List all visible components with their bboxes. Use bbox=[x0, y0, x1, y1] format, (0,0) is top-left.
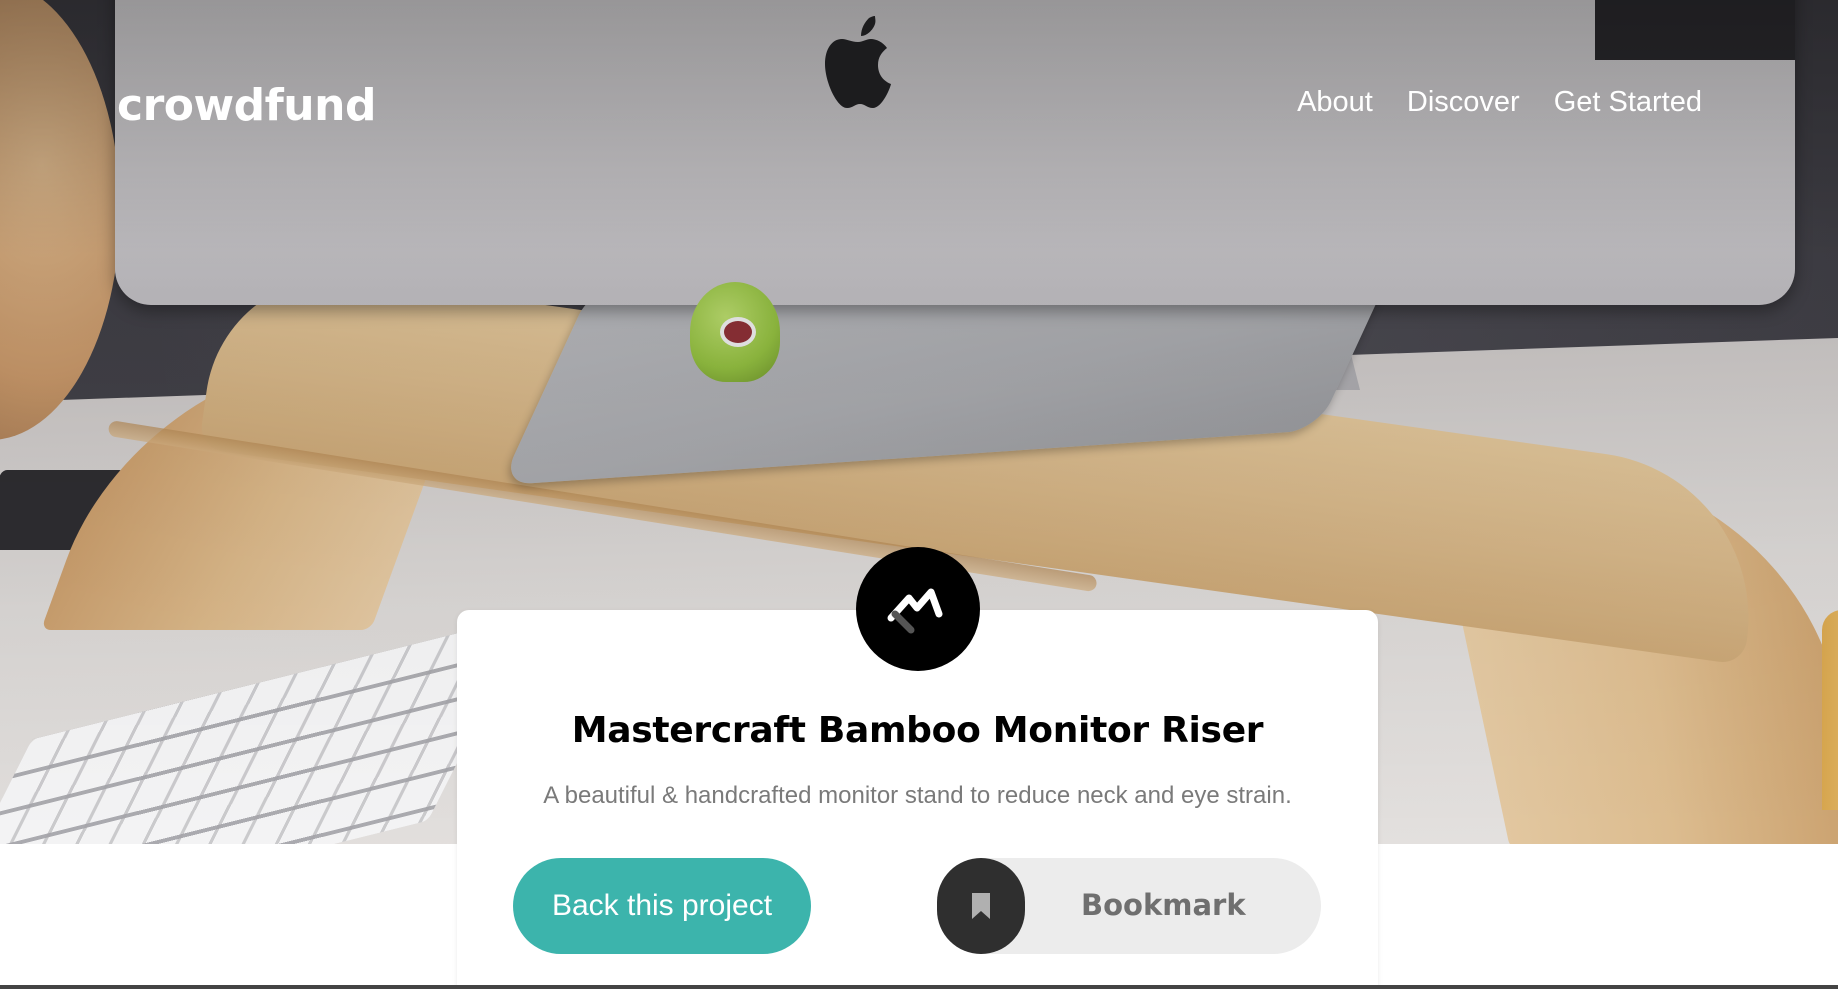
back-project-button[interactable]: Back this project bbox=[513, 858, 811, 954]
project-description: A beautiful & handcrafted monitor stand … bbox=[543, 782, 1292, 809]
bookmark-button[interactable]: Bookmark bbox=[937, 858, 1321, 954]
nav-link-discover[interactable]: Discover bbox=[1407, 86, 1520, 119]
mastercraft-mark-icon bbox=[887, 588, 943, 634]
project-title: Mastercraft Bamboo Monitor Riser bbox=[571, 710, 1264, 751]
bookmark-label: Bookmark bbox=[1081, 888, 1246, 922]
page: crowdfund About Discover Get Started Mas… bbox=[0, 0, 1838, 989]
apple-logo-icon bbox=[825, 16, 891, 108]
bottom-border bbox=[0, 985, 1838, 989]
mastercraft-logo-icon bbox=[856, 547, 980, 671]
main-nav: About Discover Get Started bbox=[1297, 86, 1702, 119]
brand-logo[interactable]: crowdfund bbox=[117, 80, 376, 131]
nav-link-about[interactable]: About bbox=[1297, 86, 1373, 119]
nav-link-get-started[interactable]: Get Started bbox=[1554, 86, 1702, 119]
bookmark-icon-circle bbox=[937, 858, 1025, 954]
bookmark-icon bbox=[972, 893, 990, 919]
